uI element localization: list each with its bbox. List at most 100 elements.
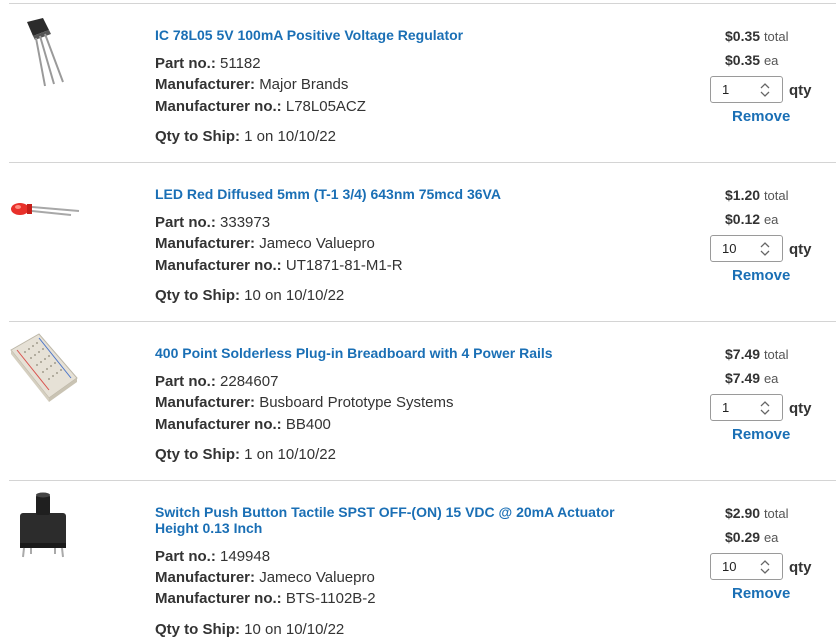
quantity-stepper[interactable]: 1 (710, 76, 783, 103)
quantity-stepper[interactable]: 10 (710, 235, 783, 262)
product-title-link[interactable]: Switch Push Button Tactile SPST OFF-(ON)… (155, 504, 645, 536)
qty-to-ship-value: 10 on 10/10/22 (244, 621, 345, 638)
product-title-link[interactable]: LED Red Diffused 5mm (T-1 3/4) 643nm 75m… (155, 186, 645, 202)
product-title-link[interactable]: 400 Point Solderless Plug-in Breadboard … (155, 345, 645, 361)
total-price: $0.35 total (725, 27, 789, 46)
part-no-label: Part no.: (155, 55, 216, 72)
quantity-value: 10 (722, 559, 737, 574)
unit-price-value: $7.49 (725, 370, 761, 386)
manufacturer-no-row: Manufacturer no.: UT1871-81-M1-R (155, 256, 403, 275)
spinner-arrows-icon[interactable] (759, 242, 771, 256)
spinner-arrows-icon[interactable] (759, 401, 771, 415)
manufacturer-no-row: Manufacturer no.: BB400 (155, 415, 331, 434)
spinner-arrows-icon[interactable] (759, 83, 771, 97)
manufacturer-no-label: Manufacturer no.: (155, 257, 282, 274)
qty-to-ship-label: Qty to Ship: (155, 621, 240, 638)
qty-to-ship-row: Qty to Ship: 1 on 10/10/22 (155, 127, 336, 146)
total-label: total (763, 347, 789, 362)
cart-item: LED Red Diffused 5mm (T-1 3/4) 643nm 75m… (9, 163, 836, 322)
manufacturer-label: Manufacturer: (155, 394, 256, 411)
manufacturer-no-value: BTS-1102B-2 (285, 590, 376, 607)
product-title-link[interactable]: IC 78L05 5V 100mA Positive Voltage Regul… (155, 27, 645, 43)
manufacturer-no-label: Manufacturer no.: (155, 98, 282, 115)
qty-label: qty (789, 559, 812, 576)
qty-to-ship-row: Qty to Ship: 10 on 10/10/22 (155, 286, 344, 305)
qty-label: qty (789, 82, 812, 99)
each-label: ea (763, 53, 779, 68)
manufacturer-row: Manufacturer: Busboard Prototype Systems (155, 393, 453, 412)
cart-item: IC 78L05 5V 100mA Positive Voltage Regul… (9, 4, 836, 163)
total-label: total (763, 188, 789, 203)
manufacturer-label: Manufacturer: (155, 569, 256, 586)
part-no-label: Part no.: (155, 373, 216, 390)
manufacturer-value: Busboard Prototype Systems (259, 394, 454, 411)
cart-item-list: IC 78L05 5V 100mA Positive Voltage Regul… (9, 0, 836, 639)
qty-to-ship-label: Qty to Ship: (155, 446, 240, 463)
manufacturer-row: Manufacturer: Jameco Valuepro (155, 234, 375, 253)
part-number-row: Part no.: 2284607 (155, 372, 278, 391)
quantity-value: 1 (722, 82, 730, 97)
unit-price: $0.35 ea (725, 51, 778, 70)
manufacturer-no-value: L78L05ACZ (285, 98, 366, 115)
spinner-arrows-icon[interactable] (759, 560, 771, 574)
manufacturer-no-row: Manufacturer no.: BTS-1102B-2 (155, 589, 376, 608)
tactile-switch-icon[interactable] (9, 487, 81, 567)
quantity-value: 1 (722, 400, 730, 415)
total-price-value: $0.35 (725, 28, 761, 44)
part-number-row: Part no.: 51182 (155, 54, 261, 73)
total-label: total (763, 29, 789, 44)
part-number-row: Part no.: 333973 (155, 213, 270, 232)
manufacturer-no-label: Manufacturer no.: (155, 416, 282, 433)
red-led-icon[interactable] (9, 169, 81, 249)
each-label: ea (763, 530, 779, 545)
qty-label: qty (789, 241, 812, 258)
unit-price: $0.12 ea (725, 210, 778, 229)
part-no-label: Part no.: (155, 548, 216, 565)
part-no-label: Part no.: (155, 214, 216, 231)
qty-to-ship-row: Qty to Ship: 10 on 10/10/22 (155, 620, 344, 639)
manufacturer-label: Manufacturer: (155, 76, 256, 93)
total-price: $2.90 total (725, 504, 789, 523)
remove-button[interactable]: Remove (732, 585, 790, 602)
total-label: total (763, 506, 789, 521)
manufacturer-no-row: Manufacturer no.: L78L05ACZ (155, 97, 366, 116)
manufacturer-value: Jameco Valuepro (259, 569, 375, 586)
qty-to-ship-value: 1 on 10/10/22 (244, 128, 336, 145)
total-price-value: $2.90 (725, 505, 761, 521)
manufacturer-value: Jameco Valuepro (259, 235, 375, 252)
voltage-regulator-icon[interactable] (9, 16, 81, 96)
manufacturer-no-label: Manufacturer no.: (155, 590, 282, 607)
total-price: $7.49 total (725, 345, 789, 364)
quantity-stepper[interactable]: 1 (710, 394, 783, 421)
qty-to-ship-label: Qty to Ship: (155, 287, 240, 304)
part-no-value: 149948 (220, 548, 271, 565)
part-no-value: 2284607 (220, 373, 279, 390)
each-label: ea (763, 371, 779, 386)
manufacturer-row: Manufacturer: Jameco Valuepro (155, 568, 375, 587)
qty-to-ship-value: 10 on 10/10/22 (244, 287, 345, 304)
part-number-row: Part no.: 149948 (155, 547, 270, 566)
manufacturer-label: Manufacturer: (155, 235, 256, 252)
remove-button[interactable]: Remove (732, 267, 790, 284)
quantity-stepper[interactable]: 10 (710, 553, 783, 580)
breadboard-icon[interactable] (9, 328, 81, 408)
unit-price-value: $0.29 (725, 529, 761, 545)
qty-to-ship-row: Qty to Ship: 1 on 10/10/22 (155, 445, 336, 464)
total-price: $1.20 total (725, 186, 789, 205)
manufacturer-row: Manufacturer: Major Brands (155, 75, 348, 94)
remove-button[interactable]: Remove (732, 426, 790, 443)
cart-item: Switch Push Button Tactile SPST OFF-(ON)… (9, 481, 836, 639)
quantity-value: 10 (722, 241, 737, 256)
qty-to-ship-label: Qty to Ship: (155, 128, 240, 145)
part-no-value: 333973 (220, 214, 271, 231)
unit-price-value: $0.35 (725, 52, 761, 68)
manufacturer-no-value: UT1871-81-M1-R (285, 257, 403, 274)
unit-price-value: $0.12 (725, 211, 761, 227)
unit-price: $0.29 ea (725, 528, 778, 547)
cart-item: 400 Point Solderless Plug-in Breadboard … (9, 322, 836, 481)
qty-label: qty (789, 400, 812, 417)
manufacturer-value: Major Brands (259, 76, 349, 93)
remove-button[interactable]: Remove (732, 108, 790, 125)
total-price-value: $7.49 (725, 346, 761, 362)
qty-to-ship-value: 1 on 10/10/22 (244, 446, 336, 463)
